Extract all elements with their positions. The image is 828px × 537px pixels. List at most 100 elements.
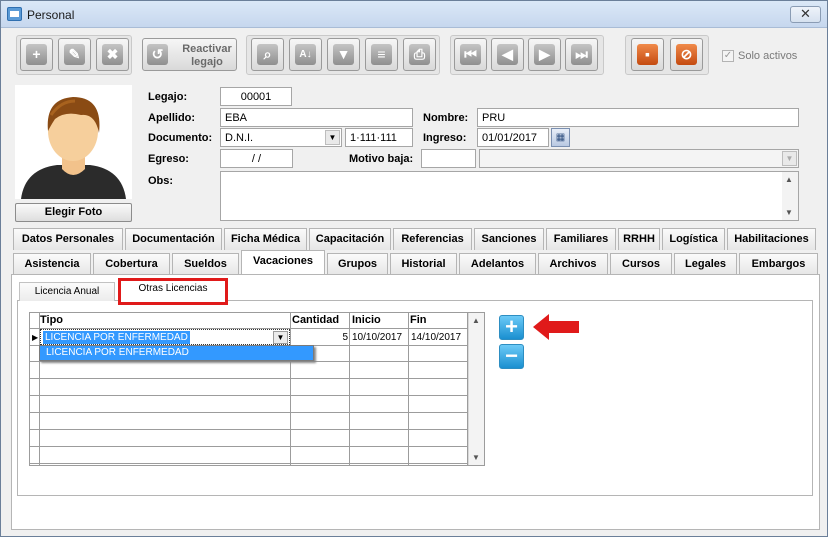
tab-sanciones[interactable]: Sanciones [474, 228, 544, 250]
tipo-combo[interactable]: LICENCIA POR ENFERMEDAD ▼ [40, 329, 290, 345]
apellido-field[interactable]: EBA [220, 108, 413, 127]
cantidad-cell[interactable]: 5 [291, 330, 348, 345]
filter-button[interactable]: ▼ [327, 38, 360, 71]
tab-legales[interactable]: Legales [674, 253, 737, 275]
tab-documentacion[interactable]: Documentación [125, 228, 222, 250]
tab-ficha-medica[interactable]: Ficha Médica [224, 228, 307, 250]
tab-rrhh[interactable]: RRHH [618, 228, 660, 250]
scroll-down-icon[interactable]: ▼ [785, 208, 793, 217]
tab-grupos[interactable]: Grupos [327, 253, 388, 275]
plus-icon: + [505, 314, 518, 339]
tab-historial[interactable]: Historial [390, 253, 457, 275]
obs-label: Obs: [148, 175, 174, 187]
tab-datos-personales[interactable]: Datos Personales [13, 228, 123, 250]
search-button[interactable]: ⌕ [251, 38, 284, 71]
fin-cell[interactable]: 14/10/2017 [411, 330, 461, 345]
tab-vacaciones[interactable]: Vacaciones [241, 250, 325, 275]
legajo-field[interactable]: 00001 [220, 87, 292, 106]
tab-otras-licencias[interactable]: Otras Licencias [118, 278, 228, 305]
print-button[interactable]: ⎙ [403, 38, 436, 71]
legajo-label: Legajo: [148, 91, 188, 103]
reactivar-legajo-button[interactable]: ↺ Reactivar legajo [142, 38, 237, 71]
col-header-tipo[interactable]: Tipo [38, 313, 290, 328]
add-button[interactable]: + [20, 38, 53, 71]
col-header-cantidad[interactable]: Cantidad [290, 313, 350, 328]
elegir-foto-button[interactable]: Elegir Foto [15, 203, 132, 222]
chevron-down-icon[interactable]: ▼ [782, 151, 797, 166]
app-icon [7, 7, 22, 21]
motivo-baja-select[interactable]: ▼ [479, 149, 799, 168]
plus-icon: + [26, 44, 47, 65]
licencias-grid[interactable]: Tipo Cantidad Inicio Fin ▶ LICENCIA POR … [29, 312, 485, 466]
obs-scrollbar[interactable]: ▲ ▼ [782, 172, 798, 220]
obs-textarea[interactable]: ▲ ▼ [220, 171, 799, 221]
scroll-up-icon[interactable]: ▲ [785, 175, 793, 184]
grid-scrollbar[interactable]: ▲ ▼ [468, 313, 484, 465]
scroll-down-icon[interactable]: ▼ [472, 453, 480, 462]
tab-asistencia[interactable]: Asistencia [13, 253, 91, 275]
red-arrow-icon [533, 314, 579, 340]
save-icon: ▪ [637, 44, 658, 65]
employee-photo [15, 85, 132, 199]
close-button[interactable]: ✕ [790, 6, 821, 23]
sort-button[interactable]: A↓ [289, 38, 322, 71]
report-button[interactable]: ≡ [365, 38, 398, 71]
document-list-icon: ≡ [371, 44, 392, 65]
sort-az-icon: A↓ [295, 44, 316, 65]
inicio-cell[interactable]: 10/10/2017 [352, 330, 402, 345]
first-icon: ⏮ [460, 44, 481, 65]
tab-referencias[interactable]: Referencias [393, 228, 472, 250]
documento-numero-field[interactable]: 1·111·111 [345, 128, 413, 147]
row-indicator-icon: ▶ [32, 333, 39, 342]
tab-familiares[interactable]: Familiares [546, 228, 616, 250]
first-record-button[interactable]: ⏮ [454, 38, 487, 71]
scroll-up-icon[interactable]: ▲ [472, 316, 480, 325]
printer-icon: ⎙ [409, 44, 430, 65]
tab-capacitacion[interactable]: Capacitación [309, 228, 391, 250]
filter-icon: ▼ [333, 44, 354, 65]
chevron-down-icon[interactable]: ▼ [273, 331, 288, 344]
nombre-field[interactable]: PRU [477, 108, 799, 127]
prev-icon: ◀ [497, 44, 518, 65]
personal-window: Personal ✕ + ✎ ✖ ↺ Reactivar legajo ⌕ A↓… [0, 0, 828, 537]
save-button[interactable]: ▪ [631, 38, 664, 71]
window-title: Personal [27, 8, 75, 22]
tab-licencia-anual[interactable]: Licencia Anual [19, 282, 115, 301]
delete-button[interactable]: ✖ [96, 38, 129, 71]
remove-row-button[interactable]: − [499, 344, 524, 369]
tab-cursos[interactable]: Cursos [610, 253, 672, 275]
ingreso-field[interactable]: 01/01/2017 [477, 128, 549, 147]
col-header-fin[interactable]: Fin [408, 313, 468, 328]
cancel-icon: ⊘ [676, 44, 697, 65]
tab-sueldos[interactable]: Sueldos [172, 253, 239, 275]
tipo-selected-value: LICENCIA POR ENFERMEDAD [43, 331, 190, 344]
calendar-icon[interactable]: ▦ [551, 128, 570, 147]
tab-cobertura[interactable]: Cobertura [93, 253, 170, 275]
tipo-dropdown-option[interactable]: LICENCIA POR ENFERMEDAD [39, 345, 314, 361]
egreso-label: Egreso: [148, 153, 189, 165]
documento-tipo-select[interactable]: D.N.I. ▼ [220, 128, 342, 147]
motivo-baja-code-field[interactable] [421, 149, 476, 168]
solo-activos-checkbox[interactable]: ✓ [722, 50, 734, 62]
egreso-field[interactable]: / / [220, 149, 293, 168]
add-row-button[interactable]: + [499, 315, 524, 340]
apellido-label: Apellido: [148, 112, 196, 124]
tab-embargos[interactable]: Embargos [739, 253, 818, 275]
tab-adelantos[interactable]: Adelantos [459, 253, 536, 275]
pencil-icon: ✎ [64, 44, 85, 65]
cancel-button[interactable]: ⊘ [670, 38, 703, 71]
search-icon: ⌕ [257, 44, 278, 65]
edit-button[interactable]: ✎ [58, 38, 91, 71]
chevron-down-icon[interactable]: ▼ [325, 130, 340, 145]
motivo-baja-label: Motivo baja: [349, 153, 414, 165]
col-header-inicio[interactable]: Inicio [350, 313, 408, 328]
solo-activos-label: Solo activos [738, 50, 798, 62]
last-record-button[interactable]: ⏭ [565, 38, 598, 71]
tab-archivos[interactable]: Archivos [538, 253, 608, 275]
tab-logistica[interactable]: Logística [662, 228, 725, 250]
tab-habilitaciones[interactable]: Habilitaciones [727, 228, 816, 250]
next-record-button[interactable]: ▶ [528, 38, 561, 71]
title-bar: Personal ✕ [1, 1, 827, 28]
prev-record-button[interactable]: ◀ [491, 38, 524, 71]
documento-label: Documento: [148, 132, 213, 144]
